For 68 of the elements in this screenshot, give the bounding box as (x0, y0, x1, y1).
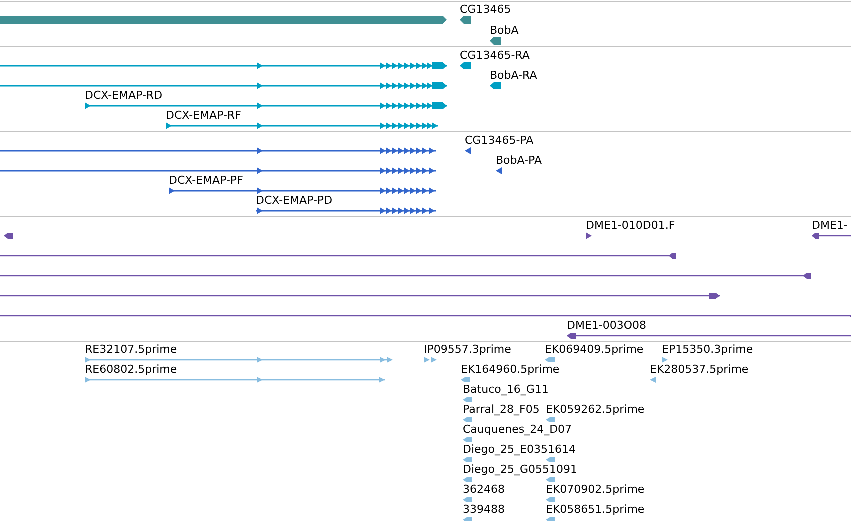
read-glyph[interactable] (463, 415, 472, 425)
feature-label: EK070902.5prime (546, 483, 645, 496)
protein-glyph[interactable] (0, 146, 436, 156)
feature-label: DCX-EMAP-RD (85, 89, 163, 102)
feature-label: Diego_25_E0351614 (463, 443, 576, 456)
read-glyph[interactable] (463, 395, 472, 405)
read-glyph[interactable] (463, 455, 472, 465)
read-glyph[interactable] (546, 415, 555, 425)
gene-glyph[interactable] (490, 36, 501, 46)
feature-label: EK280537.5prime (650, 363, 749, 376)
read-glyph[interactable] (546, 455, 555, 465)
feature-label: DCX-EMAP-PD (256, 194, 333, 207)
feature-label: 339488 (463, 503, 505, 516)
feature-label: Cauquenes_24_D07 (463, 423, 572, 436)
feature-label: BobA-RA (490, 69, 538, 82)
protein-glyph[interactable] (256, 206, 436, 216)
alignment-glyph[interactable] (0, 271, 811, 281)
feature-label: CG13465-PA (465, 134, 534, 147)
protein-glyph[interactable] (169, 186, 436, 196)
read-glyph[interactable] (650, 375, 654, 385)
gene-glyph[interactable] (460, 15, 471, 25)
feature-label: EP15350.3prime (662, 343, 754, 356)
read-glyph[interactable] (461, 375, 470, 385)
transcript-glyph[interactable] (166, 121, 438, 131)
transcript-glyph[interactable] (0, 81, 447, 91)
feature-label: Parral_28_F05 (463, 403, 540, 416)
transcript-glyph[interactable] (85, 101, 447, 111)
transcript-glyph[interactable] (0, 61, 447, 71)
feature-label: DCX-EMAP-RF (166, 109, 242, 122)
read-glyph[interactable] (546, 475, 555, 485)
alignment-glyph[interactable] (567, 331, 851, 341)
feature-label: DME1- (812, 219, 848, 232)
feature-label: RE32107.5prime (85, 343, 178, 356)
transcript-glyph[interactable] (490, 81, 501, 91)
feature-label: IP09557.3prime (424, 343, 512, 356)
alignment-glyph[interactable] (0, 251, 676, 261)
read-glyph[interactable] (662, 355, 670, 365)
feature-label: EK059262.5prime (546, 403, 645, 416)
alignment-glyph[interactable] (0, 291, 720, 301)
read-glyph[interactable] (424, 355, 438, 365)
read-glyph[interactable] (546, 495, 555, 505)
protein-glyph[interactable] (465, 146, 470, 156)
gene-glyph[interactable] (0, 15, 447, 25)
read-glyph[interactable] (463, 475, 472, 485)
feature-label: Batuco_16_G11 (463, 383, 549, 396)
protein-glyph[interactable] (496, 166, 501, 176)
read-glyph[interactable] (545, 355, 555, 365)
transcript-glyph[interactable] (460, 61, 471, 71)
read-glyph[interactable] (463, 495, 472, 505)
feature-label: EK164960.5prime (461, 363, 560, 376)
alignment-glyph[interactable] (812, 231, 851, 241)
read-glyph[interactable] (463, 435, 472, 445)
feature-label: CG13465 (460, 3, 512, 16)
protein-glyph[interactable] (0, 166, 436, 176)
feature-label: EK069409.5prime (545, 343, 644, 356)
feature-label: CG13465-RA (460, 49, 530, 62)
read-glyph[interactable] (85, 375, 385, 385)
alignment-glyph[interactable] (586, 231, 592, 241)
feature-label: 362468 (463, 483, 505, 496)
feature-label: DME1-010D01.F (586, 219, 676, 232)
feature-label: BobA-PA (496, 154, 542, 167)
feature-label: DME1-003O08 (567, 319, 647, 332)
feature-label: Diego_25_G0551091 (463, 463, 578, 476)
feature-label: DCX-EMAP-PF (169, 174, 244, 187)
feature-label: RE60802.5prime (85, 363, 178, 376)
read-glyph[interactable] (85, 355, 390, 365)
feature-label: EK058651.5prime (546, 503, 645, 516)
feature-label: BobA (490, 24, 519, 37)
